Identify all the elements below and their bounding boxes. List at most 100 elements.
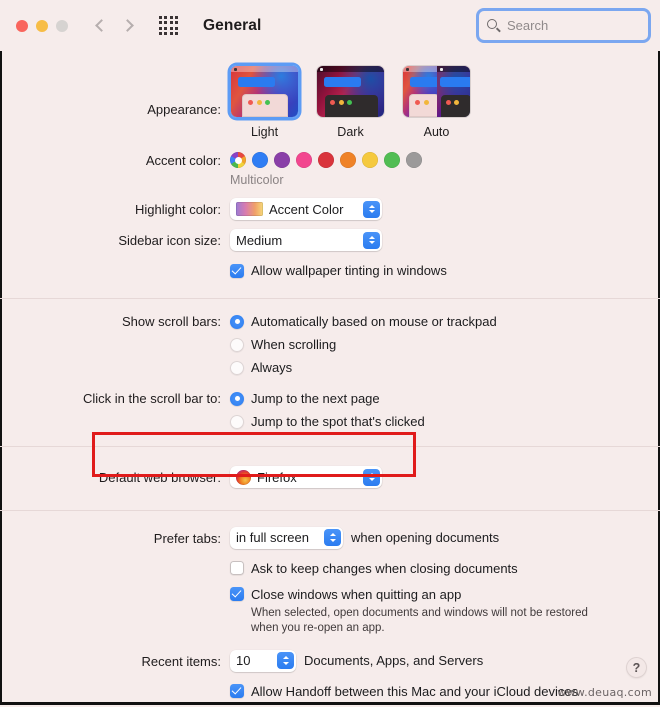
- prefer-tabs-value: in full screen: [236, 530, 309, 545]
- appearance-thumb-dark: [316, 65, 385, 118]
- sidebar-icon-size-value: Medium: [236, 232, 283, 248]
- search-placeholder: Search: [507, 18, 549, 33]
- highlight-color-swatch: [236, 202, 263, 216]
- prefer-tabs-label: Prefer tabs:: [153, 530, 221, 546]
- chevron-updown-icon[interactable]: [324, 529, 341, 546]
- appearance-label-dark: Dark: [337, 125, 364, 139]
- prefer-tabs-row: Prefer tabs: in full screen when opening…: [0, 526, 660, 549]
- zoom-button[interactable]: [56, 19, 68, 32]
- firefox-icon: [236, 469, 251, 485]
- appearance-option-auto[interactable]: Auto: [402, 65, 471, 139]
- recent-items-row: Recent items: 10 Documents, Apps, and Se…: [0, 649, 660, 672]
- recent-items-label: Recent items:: [141, 653, 221, 669]
- accent-swatch-green[interactable]: [384, 152, 400, 168]
- appearance-option-light[interactable]: Light: [230, 65, 299, 139]
- highlight-color-value: Accent Color: [269, 201, 344, 217]
- default-browser-row: Default web browser: Firefox: [0, 466, 660, 490]
- checkbox-icon[interactable]: [230, 684, 244, 698]
- scroll-bar-click-label: Click in the scroll bar to:: [83, 391, 221, 406]
- radio-icon[interactable]: [230, 314, 244, 329]
- scroll-bar-click-row: Click in the scroll bar to: Jump to the …: [0, 391, 660, 437]
- checkbox-icon[interactable]: [230, 561, 244, 575]
- sidebar-icon-size-label: Sidebar icon size:: [118, 233, 221, 248]
- appearance-option-dark[interactable]: Dark: [316, 65, 385, 139]
- ask-keep-changes-row: Ask to keep changes when closing documen…: [0, 561, 660, 584]
- scroll-bars-option-label: When scrolling: [251, 337, 337, 352]
- help-button[interactable]: ?: [627, 658, 646, 677]
- appearance-label-auto: Auto: [423, 125, 450, 139]
- wallpaper-tinting-label: Allow wallpaper tinting in windows: [251, 263, 447, 278]
- close-button[interactable]: [16, 19, 28, 32]
- show-all-grid-icon[interactable]: [159, 16, 180, 35]
- wallpaper-tinting-checkbox[interactable]: Allow wallpaper tinting in windows: [230, 263, 660, 278]
- window-toolbar: General Search: [0, 0, 660, 51]
- close-windows-hint-line1: When selected, open documents and window…: [251, 606, 588, 619]
- scroll-bars-option-automatic[interactable]: Automatically based on mouse or trackpad: [230, 314, 660, 329]
- back-button[interactable]: [95, 19, 108, 32]
- close-windows-row: Close windows when quitting an app When …: [0, 587, 660, 636]
- recent-items-popup[interactable]: 10: [230, 649, 296, 672]
- accent-color-swatches: [230, 152, 660, 168]
- accent-swatch-graphite[interactable]: [406, 152, 422, 168]
- prefer-tabs-popup[interactable]: in full screen: [230, 526, 343, 549]
- checkbox-icon[interactable]: [230, 263, 244, 278]
- separator-3: [0, 509, 660, 511]
- highlight-color-label: Highlight color:: [135, 202, 221, 217]
- recent-items-value: 10: [236, 653, 251, 668]
- accent-color-row: Accent color: Multicolor: [0, 152, 660, 187]
- accent-swatch-orange[interactable]: [340, 152, 356, 168]
- highlight-color-popup[interactable]: Accent Color: [230, 198, 382, 220]
- chevron-updown-icon[interactable]: [363, 200, 380, 218]
- recent-items-suffix: Documents, Apps, and Servers: [304, 653, 484, 668]
- show-scroll-bars-row: Show scroll bars: Automatically based on…: [0, 314, 660, 383]
- radio-icon[interactable]: [230, 414, 244, 429]
- default-browser-value: Firefox: [257, 469, 297, 485]
- sidebar-icon-size-popup[interactable]: Medium: [230, 229, 382, 251]
- accent-swatch-red[interactable]: [318, 152, 334, 168]
- accent-swatch-yellow[interactable]: [362, 152, 378, 168]
- scroll-bars-option-when-scrolling[interactable]: When scrolling: [230, 337, 660, 352]
- watermark: www.deuaq.com: [557, 686, 652, 699]
- default-browser-label: Default web browser:: [98, 470, 221, 485]
- appearance-thumb-auto: [402, 65, 471, 118]
- preferences-content: Appearance: Light Dark Auto Accent color…: [0, 51, 660, 707]
- scroll-bar-click-option-next-page[interactable]: Jump to the next page: [230, 391, 660, 406]
- scroll-bar-click-option-label: Jump to the spot that's clicked: [251, 414, 425, 429]
- radio-icon[interactable]: [230, 337, 244, 352]
- forward-button[interactable]: [121, 19, 134, 32]
- accent-swatch-multicolor[interactable]: [230, 152, 246, 168]
- scroll-bars-option-label: Always: [251, 360, 293, 375]
- appearance-row: Appearance: Light Dark Auto: [0, 65, 660, 139]
- radio-icon[interactable]: [230, 360, 244, 375]
- radio-icon[interactable]: [230, 391, 244, 406]
- chevron-updown-icon[interactable]: [363, 231, 380, 249]
- default-browser-popup[interactable]: Firefox: [230, 466, 382, 488]
- ask-keep-changes-label: Ask to keep changes when closing documen…: [251, 560, 518, 576]
- appearance-label-light: Light: [250, 125, 279, 139]
- ask-keep-changes-checkbox[interactable]: Ask to keep changes when closing documen…: [230, 561, 660, 576]
- separator-1: [0, 298, 660, 299]
- handoff-label: Allow Handoff between this Mac and your …: [251, 683, 579, 699]
- close-windows-hint-line2: when you re-open an app.: [251, 621, 385, 634]
- accent-swatch-purple[interactable]: [274, 152, 290, 168]
- minimize-button[interactable]: [36, 19, 48, 32]
- accent-swatch-pink[interactable]: [296, 152, 312, 168]
- show-scroll-bars-label: Show scroll bars:: [122, 314, 221, 329]
- close-windows-checkbox[interactable]: Close windows when quitting an app: [230, 587, 660, 602]
- chevron-updown-icon[interactable]: [363, 468, 380, 486]
- scroll-bar-click-option-spot-clicked[interactable]: Jump to the spot that's clicked: [230, 414, 660, 429]
- wallpaper-tinting-row: Allow wallpaper tinting in windows: [0, 263, 660, 286]
- sidebar-icon-size-row: Sidebar icon size: Medium: [0, 229, 660, 251]
- checkbox-icon[interactable]: [230, 587, 244, 601]
- search-field[interactable]: Search: [476, 8, 651, 43]
- appearance-label: Appearance:: [147, 102, 221, 117]
- accent-color-label: Accent color:: [145, 153, 221, 168]
- scroll-bars-option-always[interactable]: Always: [230, 360, 660, 375]
- traffic-lights: [16, 19, 68, 32]
- accent-swatch-blue[interactable]: [252, 152, 268, 168]
- chevron-updown-icon[interactable]: [277, 652, 294, 669]
- scroll-bars-option-label: Automatically based on mouse or trackpad: [251, 314, 497, 329]
- search-icon: [487, 19, 501, 33]
- appearance-options: Light Dark Auto: [230, 65, 660, 139]
- accent-color-caption: Multicolor: [230, 173, 284, 187]
